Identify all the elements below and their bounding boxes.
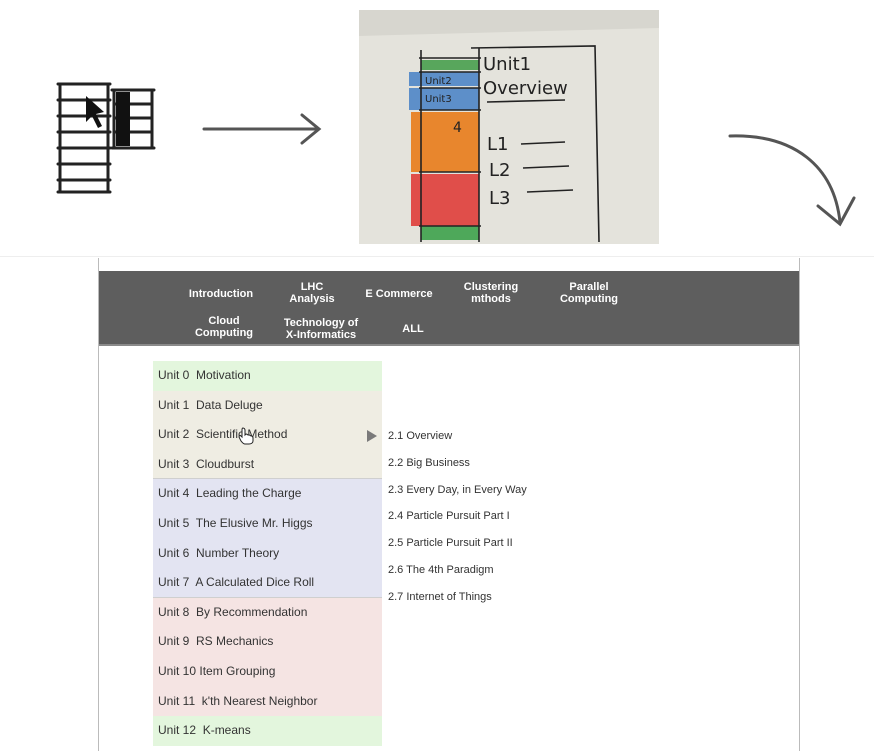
nav-item-lhc-analysis[interactable]: LHC Analysis bbox=[280, 281, 344, 305]
curved-arrow-icon bbox=[728, 134, 856, 227]
unit-item-11[interactable]: Unit 11 k'th Nearest Neighbor bbox=[153, 686, 382, 717]
unit-item-8[interactable]: Unit 8 By Recommendation bbox=[153, 597, 382, 628]
unit-item-9[interactable]: Unit 9 RS Mechanics bbox=[153, 627, 382, 657]
sketch-photo: Unit1 Overview L1 L2 L3 Unit2 Unit3 4 bbox=[359, 10, 659, 244]
nav-item-e-commerce[interactable]: E Commerce bbox=[359, 288, 439, 300]
wireframe-doodle-icon bbox=[56, 82, 156, 194]
unit-item-5[interactable]: Unit 5 The Elusive Mr. Higgs bbox=[153, 508, 382, 539]
navbar: Introduction LHC Analysis E Commerce Clu… bbox=[99, 271, 799, 346]
whiteboard-sketch: Unit1 Overview L1 L2 L3 Unit2 Unit3 4 bbox=[359, 10, 659, 244]
unit-item-10[interactable]: Unit 10 Item Grouping bbox=[153, 656, 382, 687]
sketch-label-l2: L2 bbox=[489, 160, 510, 181]
concept-sketch: Unit1 Overview L1 L2 L3 Unit2 Unit3 4 bbox=[0, 0, 874, 256]
lesson-item-2-4[interactable]: 2.4 Particle Pursuit Part I bbox=[388, 506, 527, 533]
sketch-label-unit1: Unit1 bbox=[483, 54, 531, 75]
lesson-item-2-6[interactable]: 2.6 The 4th Paradigm bbox=[388, 560, 527, 587]
unit-item-2[interactable]: Unit 2 Scientific Method bbox=[153, 420, 382, 450]
hand-cursor-icon bbox=[238, 427, 254, 445]
sketch-label-unit2: Unit2 bbox=[425, 76, 452, 87]
unit-item-12[interactable]: Unit 12 K-means bbox=[153, 716, 382, 746]
sketch-label-l3: L3 bbox=[489, 188, 510, 209]
sketch-label-overview: Overview bbox=[483, 78, 568, 99]
unit-item-6[interactable]: Unit 6 Number Theory bbox=[153, 538, 382, 569]
lesson-item-2-3[interactable]: 2.3 Every Day, in Every Way bbox=[388, 480, 527, 507]
unit-item-0[interactable]: Unit 0 Motivation bbox=[153, 361, 382, 391]
lesson-item-2-2[interactable]: 2.2 Big Business bbox=[388, 453, 527, 480]
sketch-label-4: 4 bbox=[453, 120, 462, 136]
nav-item-clustering-methods[interactable]: Clustering mthods bbox=[451, 281, 531, 305]
nav-item-introduction[interactable]: Introduction bbox=[185, 288, 257, 300]
divider bbox=[0, 256, 874, 257]
sketch-label-unit3: Unit3 bbox=[425, 94, 452, 105]
lesson-item-2-5[interactable]: 2.5 Particle Pursuit Part II bbox=[388, 533, 527, 560]
submenu-arrow-icon bbox=[367, 430, 377, 442]
unit-list: Unit 0 Motivation Unit 1 Data Deluge Uni… bbox=[153, 361, 382, 746]
lesson-item-2-1[interactable]: 2.1 Overview bbox=[388, 426, 527, 453]
nav-item-all[interactable]: ALL bbox=[395, 323, 431, 335]
nav-item-technology-x-informatics[interactable]: Technology of X-Informatics bbox=[275, 317, 367, 341]
nav-item-parallel-computing[interactable]: Parallel Computing bbox=[551, 281, 627, 305]
course-page: Introduction LHC Analysis E Commerce Clu… bbox=[98, 258, 800, 751]
right-arrow-icon bbox=[202, 113, 322, 145]
nav-item-cloud-computing[interactable]: Cloud Computing bbox=[189, 315, 259, 339]
lesson-list: 2.1 Overview 2.2 Big Business 2.3 Every … bbox=[388, 426, 527, 614]
unit-item-4[interactable]: Unit 4 Leading the Charge bbox=[153, 479, 382, 509]
unit-item-7[interactable]: Unit 7 A Calculated Dice Roll bbox=[153, 568, 382, 598]
lesson-item-2-7[interactable]: 2.7 Internet of Things bbox=[388, 587, 527, 614]
sketch-label-l1: L1 bbox=[487, 134, 508, 155]
unit-item-3[interactable]: Unit 3 Cloudburst bbox=[153, 449, 382, 480]
unit-item-1[interactable]: Unit 1 Data Deluge bbox=[153, 390, 382, 421]
